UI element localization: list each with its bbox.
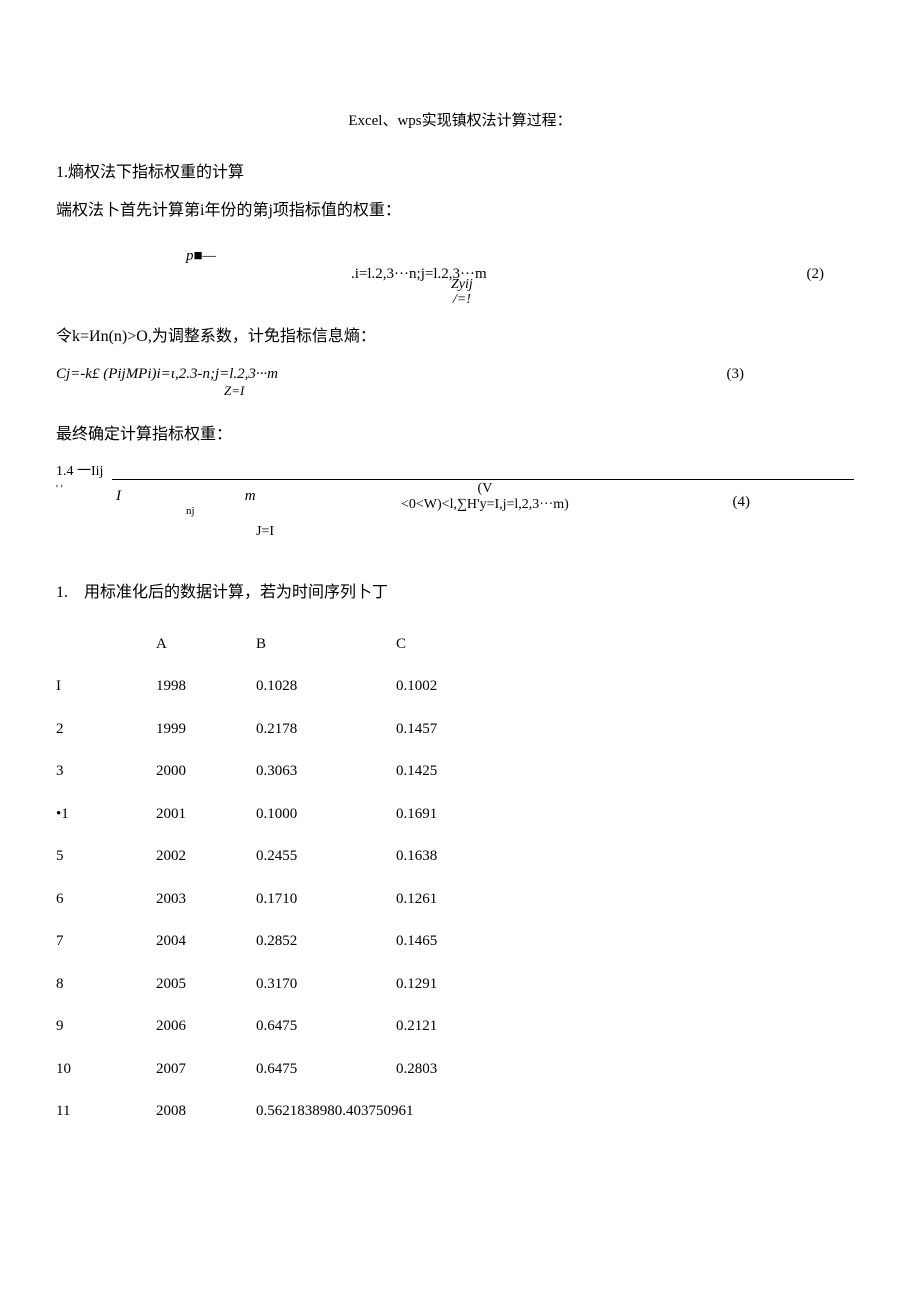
table-cell: 0.1638 (396, 835, 556, 878)
formula-fraction: Zyij /=! (451, 277, 473, 308)
table-row: 6 2003 0.1710 0.1261 (56, 878, 556, 921)
table-cell: 0.1691 (396, 793, 556, 836)
table-row: •1 2001 0.1000 0.1691 (56, 793, 556, 836)
table-cell: 0.1291 (396, 963, 556, 1006)
table-cell: 2002 (156, 835, 256, 878)
equation-number: (2) (807, 263, 825, 286)
data-table: A B C I 1998 0.1028 0.1002 2 1999 0.2178… (56, 623, 556, 1133)
table-cell: 0.1710 (256, 878, 396, 921)
table-cell: 2001 (156, 793, 256, 836)
formula-var-nj: nj (186, 503, 195, 520)
table-cell: 0.1425 (396, 750, 556, 793)
table-row: I 1998 0.1028 0.1002 (56, 665, 556, 708)
table-cell: 1999 (156, 708, 256, 751)
table-cell: 5 (56, 835, 156, 878)
formula-equation: Cj=-k£ (PijMPi)i=ι,2.3-n;j=l.2,3···m (56, 363, 278, 386)
table-cell: 0.6475 (256, 1005, 396, 1048)
formula-top: 1.4 一Iij (56, 461, 103, 482)
table-cell: 2005 (156, 963, 256, 1006)
table-header-cell (56, 623, 156, 666)
table-cell: 0.3063 (256, 750, 396, 793)
table-cell: 10 (56, 1048, 156, 1091)
page-title: Excel、wps实现镇权法计算过程： (56, 110, 864, 133)
section-heading: 1.熵权法下指标权重的计算 (56, 161, 864, 185)
table-cell: 0.2852 (256, 920, 396, 963)
formula-cond-top: (V (478, 481, 493, 496)
formula-index: J=I (256, 521, 274, 542)
table-cell: 2000 (156, 750, 256, 793)
table-row: 8 2005 0.3170 0.1291 (56, 963, 556, 1006)
table-cell: 9 (56, 1005, 156, 1048)
table-cell: 2008 (156, 1090, 256, 1133)
formula-4: 1.4 一Iij ' ' I m nj (V <0<W)<l,∑H'y=I,j=… (56, 461, 864, 551)
table-cell: 0.1002 (396, 665, 556, 708)
table-cell: 0.1000 (256, 793, 396, 836)
table-header-row: A B C (56, 623, 556, 666)
table-cell: 8 (56, 963, 156, 1006)
table-row: 10 2007 0.6475 0.2803 (56, 1048, 556, 1091)
formula-var-I: I (116, 488, 121, 504)
table-cell: 0.5621838980.403750961 (256, 1090, 556, 1133)
formula-mark: ' ' (56, 481, 63, 498)
body-text: 端权法卜首先计算第i年份的第j项指标值的权重： (56, 199, 864, 223)
table-cell: 2007 (156, 1048, 256, 1091)
table-cell: •1 (56, 793, 156, 836)
formula-eq-text: Cj=-k£ (PijMPi)i=ι,2.3-n;j=l.2,3···m (56, 366, 278, 382)
table-cell: 0.1465 (396, 920, 556, 963)
list-intro: 1. 用标准化后的数据计算，若为时间序列卜丁 (56, 581, 864, 605)
table-cell: 2006 (156, 1005, 256, 1048)
table-cell: 2 (56, 708, 156, 751)
table-cell: 0.2121 (396, 1005, 556, 1048)
formula-3: Cj=-k£ (PijMPi)i=ι,2.3-n;j=l.2,3···m Z=I… (56, 363, 864, 413)
formula-cond-bot: <0<W)<l,∑H'y=I,j=l,2,3···m) (401, 497, 569, 512)
table-header-cell: C (396, 623, 556, 666)
table-cell: I (56, 665, 156, 708)
formula-2: p■— .i=l.2,3···n;j=l.2,3···m Zyij /=! (2… (56, 245, 864, 315)
body-text: 令k=Иn(n)>O,为调整系数，计免指标信息熵： (56, 325, 864, 349)
table-row: 5 2002 0.2455 0.1638 (56, 835, 556, 878)
formula-denominator: /=! (453, 292, 471, 307)
table-cell: 2003 (156, 878, 256, 921)
table-cell: 7 (56, 920, 156, 963)
table-cell: 0.2178 (256, 708, 396, 751)
table-row: 7 2004 0.2852 0.1465 (56, 920, 556, 963)
body-text: 最终确定计算指标权重： (56, 423, 864, 447)
equation-number: (4) (733, 491, 751, 514)
table-cell: 0.1028 (256, 665, 396, 708)
formula-subscript: Z=I (224, 381, 244, 401)
table-row: 2 1999 0.2178 0.1457 (56, 708, 556, 751)
table-row: 9 2006 0.6475 0.2121 (56, 1005, 556, 1048)
formula-numerator: Zyij (451, 277, 473, 292)
table-cell: 0.1457 (396, 708, 556, 751)
table-row: 3 2000 0.3063 0.1425 (56, 750, 556, 793)
table-cell: 6 (56, 878, 156, 921)
table-cell: 0.1261 (396, 878, 556, 921)
table-row: 11 2008 0.5621838980.403750961 (56, 1090, 556, 1133)
formula-lhs: p■— (186, 245, 216, 268)
table-cell: 3 (56, 750, 156, 793)
formula-condition: (V <0<W)<l,∑H'y=I,j=l,2,3···m) (401, 481, 569, 515)
formula-var-m: m (245, 488, 256, 504)
table-cell: 0.3170 (256, 963, 396, 1006)
table-cell: 0.2455 (256, 835, 396, 878)
table-cell: 11 (56, 1090, 156, 1133)
table-cell: 2004 (156, 920, 256, 963)
table-header-cell: B (256, 623, 396, 666)
formula-divider (112, 479, 854, 480)
table-header-cell: A (156, 623, 256, 666)
table-cell: 0.2803 (396, 1048, 556, 1091)
table-cell: 0.6475 (256, 1048, 396, 1091)
equation-number: (3) (727, 363, 745, 386)
table-cell: 1998 (156, 665, 256, 708)
